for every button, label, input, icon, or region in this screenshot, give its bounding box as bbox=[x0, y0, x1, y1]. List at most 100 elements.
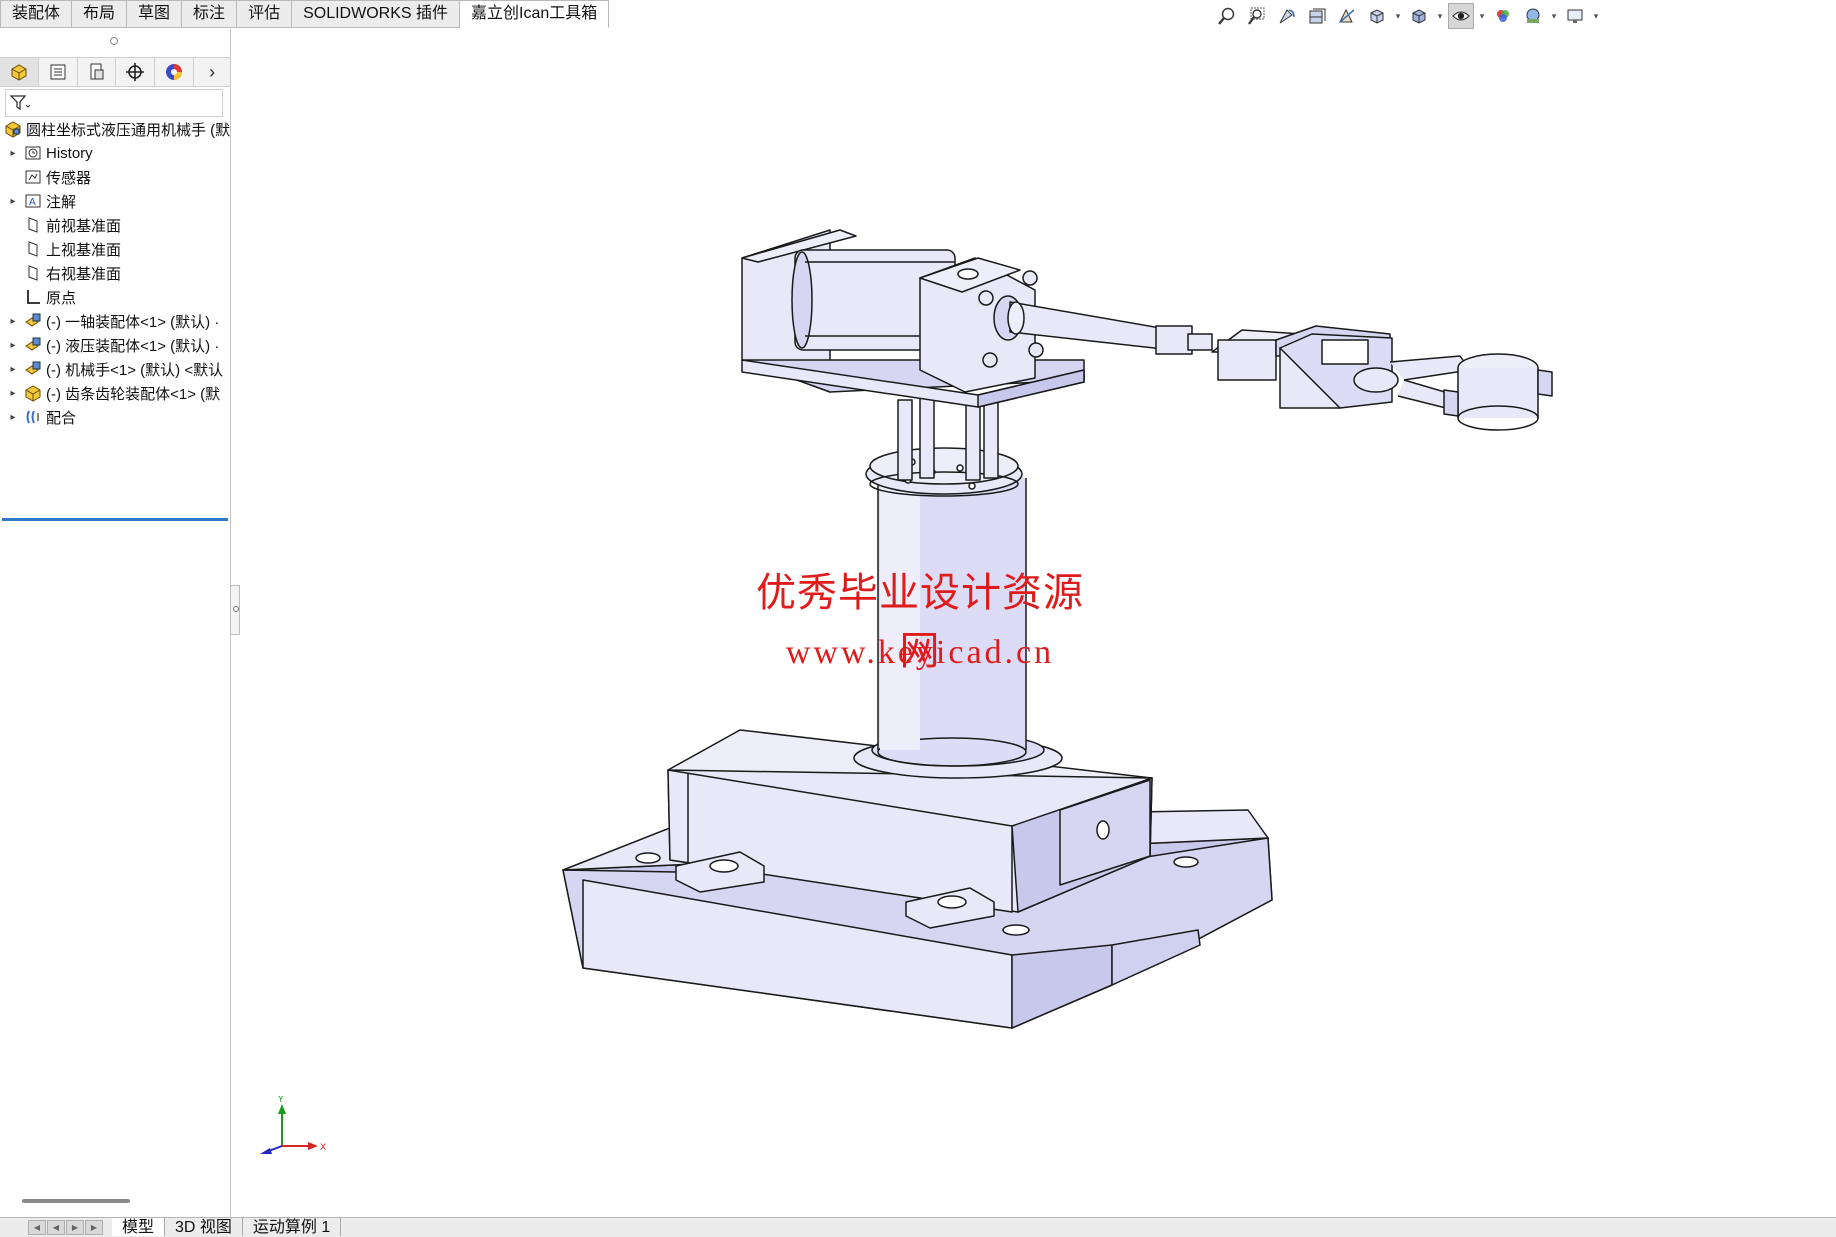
view-orientation-dropdown-icon[interactable]: ▾ bbox=[1394, 3, 1402, 29]
graphics-area[interactable]: 优秀毕业设计资源网 www.keyicad.cn Y X bbox=[232, 29, 1836, 1217]
expand-icon[interactable]: ▸ bbox=[8, 196, 18, 207]
dimxpert-tab-icon[interactable] bbox=[116, 58, 156, 86]
zoom-to-area-icon[interactable] bbox=[1244, 3, 1270, 29]
tree-label: 配合 bbox=[46, 409, 77, 427]
tree-label: 注解 bbox=[46, 193, 77, 211]
tree-label: 圆柱坐标式液压通用机械手 (默 bbox=[26, 121, 230, 139]
tab-scroll-arrows: ◀ ◀ ▶ ▶ bbox=[28, 1220, 103, 1235]
tree-item-mates[interactable]: ▸ 配合 bbox=[0, 405, 230, 429]
tree-item-annotations[interactable]: ▸ A 注解 bbox=[0, 189, 230, 213]
filter-icon bbox=[10, 95, 31, 111]
display-style-dropdown-icon[interactable]: ▾ bbox=[1436, 3, 1444, 29]
tree-end-marker[interactable] bbox=[2, 518, 228, 521]
tree-label: 前视基准面 bbox=[46, 217, 122, 235]
tree-item-history[interactable]: ▸ History bbox=[0, 141, 230, 165]
propertymanager-tab-icon[interactable] bbox=[39, 58, 78, 86]
bottom-tab-bar: ◀ ◀ ▶ ▶ 模型 3D 视图 运动算例 1 bbox=[0, 1217, 1836, 1237]
plane-icon bbox=[24, 240, 42, 258]
first-tab-icon[interactable]: ◀ bbox=[28, 1220, 46, 1235]
feature-manager-panel: › 圆柱坐标式液压通用机械手 (默 ▸ History 传感器 ▸ A 注解 前… bbox=[0, 29, 231, 1217]
tree-item-front-plane[interactable]: 前视基准面 bbox=[0, 213, 230, 237]
annotation-folder-icon: A bbox=[24, 192, 42, 210]
tree-label: History bbox=[46, 144, 93, 162]
tree-item-right-plane[interactable]: 右视基准面 bbox=[0, 261, 230, 285]
feature-tree: 圆柱坐标式液压通用机械手 (默 ▸ History 传感器 ▸ A 注解 前视基… bbox=[0, 117, 230, 521]
tab-sketch[interactable]: 草图 bbox=[127, 0, 183, 28]
view-orientation-icon[interactable] bbox=[1364, 3, 1390, 29]
tab-3d-views[interactable]: 3D 视图 bbox=[165, 1218, 243, 1236]
apply-scene-icon[interactable] bbox=[1520, 3, 1546, 29]
expand-icon[interactable]: ▸ bbox=[8, 412, 18, 423]
subassembly-icon bbox=[24, 312, 42, 330]
tree-label: (-) 机械手<1> (默认) <默认 bbox=[46, 361, 224, 379]
expand-icon[interactable]: ▸ bbox=[8, 148, 18, 159]
sensor-folder-icon bbox=[24, 168, 42, 186]
view-settings-dropdown-icon[interactable]: ▾ bbox=[1592, 3, 1600, 29]
tab-markup[interactable]: 标注 bbox=[182, 0, 238, 28]
expand-icon[interactable]: ▸ bbox=[8, 364, 18, 375]
tab-solidworks-addins[interactable]: SOLIDWORKS 插件 bbox=[292, 0, 460, 28]
tree-item-sensors[interactable]: 传感器 bbox=[0, 165, 230, 189]
configurationmanager-tab-icon[interactable] bbox=[78, 58, 117, 86]
watermark-url: www.keyicad.cn bbox=[785, 634, 1055, 671]
assembly-icon bbox=[4, 120, 22, 138]
triad-y-label: Y bbox=[277, 1096, 284, 1105]
triad-x-label: X bbox=[320, 1143, 326, 1153]
hide-show-items-icon[interactable] bbox=[1448, 3, 1474, 29]
tree-label: (-) 一轴装配体<1> (默认) · bbox=[46, 313, 220, 331]
tree-label: 传感器 bbox=[46, 169, 92, 187]
dynamic-annotation-icon[interactable] bbox=[1334, 3, 1360, 29]
displaymanager-tab-icon[interactable] bbox=[155, 58, 195, 86]
tree-item-component-2[interactable]: ▸ (-) 液压装配体<1> (默认) · bbox=[0, 333, 230, 357]
tree-label: 原点 bbox=[46, 289, 77, 307]
tab-evaluate[interactable]: 评估 bbox=[237, 0, 293, 28]
reference-triad[interactable]: Y X bbox=[252, 1096, 332, 1166]
tree-item-component-1[interactable]: ▸ (-) 一轴装配体<1> (默认) · bbox=[0, 309, 230, 333]
plane-icon bbox=[24, 264, 42, 282]
tab-motion-study[interactable]: 运动算例 1 bbox=[243, 1218, 342, 1236]
tree-item-origin[interactable]: 原点 bbox=[0, 285, 230, 309]
tree-item-component-4[interactable]: ▸ (-) 齿条齿轮装配体<1> (默 bbox=[0, 381, 230, 405]
panel-grip-icon[interactable] bbox=[110, 37, 118, 45]
heads-up-view-toolbar: ▾ ▾ ▾ ▾ ▾ bbox=[1214, 2, 1600, 30]
tree-item-top-plane[interactable]: 上视基准面 bbox=[0, 237, 230, 261]
tab-model[interactable]: 模型 bbox=[112, 1218, 166, 1236]
next-tab-icon[interactable]: ▶ bbox=[66, 1220, 84, 1235]
tree-filter[interactable] bbox=[5, 89, 223, 117]
expand-icon[interactable]: ▸ bbox=[8, 316, 18, 327]
subassembly-icon bbox=[24, 336, 42, 354]
display-style-icon[interactable] bbox=[1406, 3, 1432, 29]
subassembly-icon bbox=[24, 360, 42, 378]
edit-appearance-icon[interactable] bbox=[1490, 3, 1516, 29]
tree-item-component-3[interactable]: ▸ (-) 机械手<1> (默认) <默认 bbox=[0, 357, 230, 381]
previous-view-icon[interactable] bbox=[1274, 3, 1300, 29]
tree-label: (-) 液压装配体<1> (默认) · bbox=[46, 337, 220, 355]
tab-jlc-toolbox[interactable]: 嘉立创Ican工具箱 bbox=[460, 0, 610, 28]
command-manager-tabs: 装配体 布局 草图 标注 评估 SOLIDWORKS 插件 嘉立创Ican工具箱 bbox=[0, 0, 610, 28]
tree-label: 上视基准面 bbox=[46, 241, 122, 259]
hide-show-dropdown-icon[interactable]: ▾ bbox=[1478, 3, 1486, 29]
tree-root-assembly[interactable]: 圆柱坐标式液压通用机械手 (默 bbox=[0, 117, 230, 141]
tree-label: (-) 齿条齿轮装配体<1> (默 bbox=[46, 385, 221, 403]
svg-text:A: A bbox=[29, 197, 36, 208]
mates-icon bbox=[24, 408, 42, 426]
history-folder-icon bbox=[24, 144, 42, 162]
tab-layout[interactable]: 布局 bbox=[72, 0, 128, 28]
chevron-right-icon[interactable]: › bbox=[194, 58, 230, 86]
expand-icon[interactable]: ▸ bbox=[8, 388, 18, 399]
panel-horizontal-scrollbar[interactable] bbox=[22, 1199, 130, 1203]
view-settings-icon[interactable] bbox=[1562, 3, 1588, 29]
tab-assembly[interactable]: 装配体 bbox=[0, 0, 73, 28]
section-view-icon[interactable] bbox=[1304, 3, 1330, 29]
origin-icon bbox=[24, 288, 42, 306]
tree-label: 右视基准面 bbox=[46, 265, 122, 283]
assembly-icon bbox=[24, 384, 42, 402]
expand-icon[interactable]: ▸ bbox=[8, 340, 18, 351]
model-view-tabs: 模型 3D 视图 运动算例 1 bbox=[112, 1218, 342, 1236]
zoom-to-fit-icon[interactable] bbox=[1214, 3, 1240, 29]
apply-scene-dropdown-icon[interactable]: ▾ bbox=[1550, 3, 1558, 29]
featuremanager-tab-icon[interactable] bbox=[0, 58, 39, 86]
last-tab-icon[interactable]: ▶ bbox=[85, 1220, 103, 1235]
manager-tabs: › bbox=[0, 57, 230, 87]
prev-tab-icon[interactable]: ◀ bbox=[47, 1220, 65, 1235]
